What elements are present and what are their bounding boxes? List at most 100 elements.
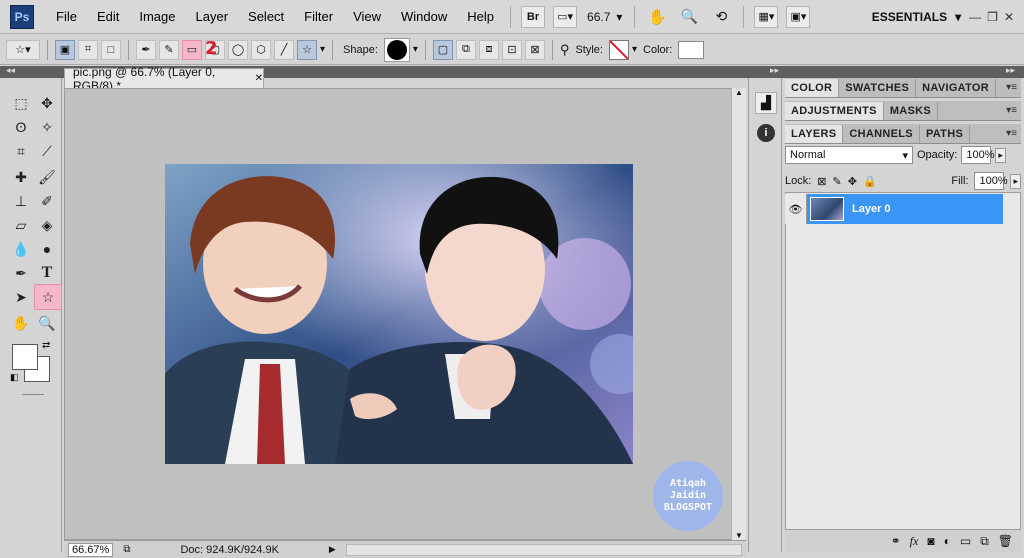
layer-style-icon[interactable]: fx [910,534,919,549]
link-icon[interactable]: ⚲ [560,42,570,58]
style-picker[interactable] [608,39,629,60]
tab-navigator[interactable]: NAVIGATOR [916,79,997,97]
ellipse-icon[interactable]: ◯ [228,39,248,60]
magic-wand-tool-icon[interactable]: ✧ [36,116,58,138]
tab-paths[interactable]: PATHS [920,125,971,143]
zoom-tool-icon[interactable]: 🔍 [677,6,701,28]
minimize-icon[interactable]: — [969,10,981,24]
collapse-right-icon[interactable]: ▸▸ [770,65,779,76]
tab-swatches[interactable]: SWATCHES [839,79,917,97]
custom-shape-tool-icon[interactable]: ☆ [34,284,62,310]
document-tab[interactable]: pic.png @ 66.7% (Layer 0, RGB/8) * ✕ [64,65,264,93]
default-colors-icon[interactable]: ◧ [10,372,19,383]
collapse-panels-icon[interactable]: ▸▸ [1006,65,1015,76]
zoom-level-dropdown[interactable]: 66.7 ▾ [581,10,628,24]
pen-tool-icon[interactable]: ✒ [136,39,156,60]
canvas-area[interactable]: Atiqah Jaidin BLOGSPOT [64,88,746,540]
line-icon[interactable]: ╱ [274,39,294,60]
new-group-icon[interactable]: ▭ [960,534,971,548]
chevron-down-icon[interactable]: ▾ [632,44,637,55]
shape-picker[interactable] [383,37,410,62]
opacity-arrow-icon[interactable]: ▸ [995,147,1006,163]
tab-adjustments[interactable]: ADJUSTMENTS [785,102,884,120]
status-menu-arrow-icon[interactable]: ▶ [329,544,336,555]
move-tool-icon[interactable]: ✥ [36,92,58,114]
lasso-tool-icon[interactable]: ʘ [10,116,32,138]
panel-menu-icon[interactable]: ▾≡ [1006,82,1017,93]
zoom-tool-icon[interactable]: 🔍 [36,312,58,334]
fill-input[interactable]: 100% [974,172,1008,190]
fill-arrow-icon[interactable]: ▸ [1010,173,1021,189]
menu-edit[interactable]: Edit [87,9,129,24]
close-icon[interactable]: ✕ [255,73,263,84]
tool-preset-icon[interactable]: ☆▾ [6,39,40,60]
history-brush-tool-icon[interactable]: ✐ [36,190,58,212]
add-to-shape-icon[interactable]: ⧉ [455,39,476,60]
rectangle-icon[interactable]: ▭ [182,39,202,60]
panel-menu-icon[interactable]: ▾≡ [1006,128,1017,139]
tab-channels[interactable]: CHANNELS [843,125,920,143]
clone-stamp-tool-icon[interactable]: ⊥ [10,190,32,212]
horizontal-scrollbar[interactable] [345,543,742,556]
lock-transparent-icon[interactable]: ⊠ [817,175,826,188]
hand-tool-icon[interactable]: ✋ [10,312,32,334]
menu-image[interactable]: Image [129,9,185,24]
menu-layer[interactable]: Layer [186,9,239,24]
opacity-input[interactable]: 100% [961,146,995,164]
type-tool-icon[interactable]: T [36,262,58,284]
add-mask-icon[interactable]: ◙ [927,534,934,548]
pen-tool-icon[interactable]: ✒ [10,262,32,284]
lock-all-icon[interactable]: 🔒 [863,175,877,188]
tab-color[interactable]: COLOR [785,79,840,97]
tab-masks[interactable]: MASKS [884,102,939,120]
dodge-tool-icon[interactable]: ● [36,238,58,260]
workspace-switcher[interactable]: ESSENTIALS ▾ [872,10,961,24]
new-layer-icon[interactable]: ⧉ [980,534,989,549]
blur-tool-icon[interactable]: 💧 [10,238,32,260]
subtract-shape-icon[interactable]: ⧈ [478,39,499,60]
custom-shape-icon[interactable]: ☆ [297,39,317,60]
eraser-tool-icon[interactable]: ▱ [10,214,32,236]
lock-image-icon[interactable]: ✎ [833,175,842,188]
exclude-shape-icon[interactable]: ⊠ [524,39,545,60]
paint-bucket-tool-icon[interactable]: ◈ [36,214,58,236]
swap-colors-icon[interactable]: ⇄ [42,340,50,351]
bridge-button[interactable]: Br [521,5,546,28]
arrange-documents-icon[interactable]: ▦▾ [754,5,779,28]
filmstrip-icon[interactable]: ▭▾ [553,5,578,28]
shape-layers-icon[interactable]: ▣ [55,39,75,60]
collapse-left-icon[interactable]: ◂◂ [6,65,15,76]
freeform-pen-icon[interactable]: ✎ [159,39,179,60]
menu-filter[interactable]: Filter [294,9,343,24]
healing-brush-tool-icon[interactable]: ✚ [10,166,32,188]
blend-mode-dropdown[interactable]: Normal ▾ [785,146,913,164]
lock-position-icon[interactable]: ✥ [848,175,857,188]
scroll-up-icon[interactable]: ▲ [735,88,743,97]
hand-tool-icon[interactable]: ✋ [645,6,669,28]
link-layers-icon[interactable]: ⚭ [891,534,901,548]
screen-mode-icon[interactable]: ▣▾ [786,5,811,28]
delete-layer-icon[interactable]: 🗑 [998,534,1013,548]
zoom-percentage[interactable]: 66.67% [68,542,114,557]
scroll-down-icon[interactable]: ▼ [735,531,743,540]
menu-help[interactable]: Help [457,9,504,24]
crop-tool-icon[interactable]: ⌗ [10,140,32,162]
polygon-icon[interactable]: ⬡ [251,39,271,60]
foreground-color-swatch[interactable] [12,344,38,370]
visibility-eye-icon[interactable]: 👁 [785,194,807,224]
paths-icon[interactable]: ⌗ [78,39,98,60]
status-info-icon[interactable]: ⧉ [123,544,130,555]
panel-menu-icon[interactable]: ▾≡ [1006,105,1017,116]
brush-tool-icon[interactable]: 🖌 [36,166,58,188]
vertical-scrollbar[interactable]: ▲ ▼ [731,88,746,540]
adjustment-layer-icon[interactable]: ◐ [944,534,951,548]
layers-list[interactable] [785,192,1021,530]
marquee-tool-icon[interactable]: ⬚ [10,92,32,114]
close-icon[interactable]: ✕ [1004,10,1014,24]
menu-file[interactable]: File [46,9,87,24]
layer-row[interactable]: 👁 Layer 0 [785,194,1003,224]
photo-canvas[interactable] [165,164,633,464]
intersect-shape-icon[interactable]: ⊡ [501,39,522,60]
menu-window[interactable]: Window [391,9,457,24]
color-swatch[interactable] [678,40,705,59]
